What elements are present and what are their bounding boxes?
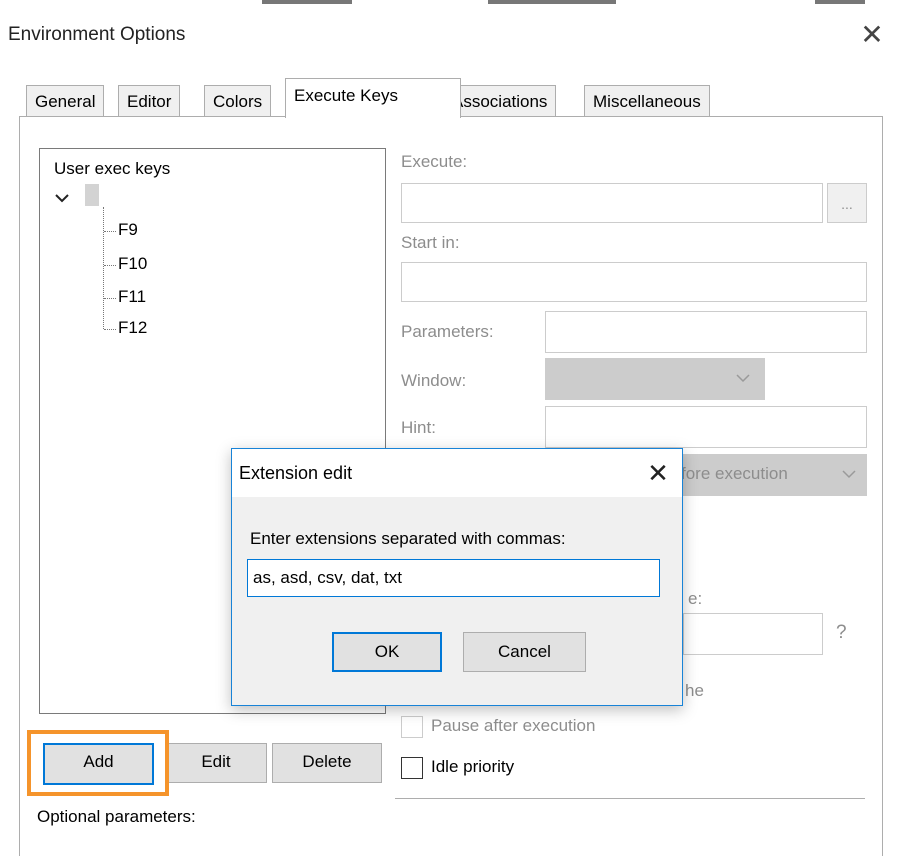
- optional-parameters-label: Optional parameters:: [37, 807, 196, 826]
- extensions-input[interactable]: [247, 559, 660, 597]
- idle-priority-checkbox[interactable]: [401, 757, 423, 779]
- tab-colors[interactable]: Colors: [204, 85, 272, 117]
- tab-execute-keys[interactable]: Execute Keys: [285, 78, 461, 118]
- start-in-label: Start in:: [401, 233, 460, 252]
- extension-edit-dialog: Extension edit ✕ Enter extensions separa…: [231, 448, 683, 706]
- parameters-label: Parameters:: [401, 322, 494, 341]
- add-button-highlight: [27, 730, 169, 796]
- window-select[interactable]: [545, 358, 765, 400]
- hint-label: Hint:: [401, 418, 436, 437]
- window-label: Window:: [401, 371, 467, 390]
- separator: [395, 798, 865, 799]
- dialog-prompt: Enter extensions separated with commas:: [250, 529, 566, 548]
- delete-button[interactable]: Delete: [272, 743, 382, 783]
- pause-checkbox[interactable]: [401, 716, 423, 738]
- start-in-input[interactable]: [401, 262, 867, 302]
- tree-item-f12[interactable]: F12: [118, 318, 147, 338]
- tab-miscellaneous[interactable]: Miscellaneous: [584, 85, 710, 117]
- browse-button[interactable]: ...: [827, 183, 867, 223]
- tree-root-node[interactable]: [85, 184, 99, 206]
- edit-button[interactable]: Edit: [165, 743, 267, 783]
- chevron-down-icon[interactable]: [55, 193, 69, 203]
- tree-header: User exec keys: [54, 159, 171, 178]
- execute-input[interactable]: [401, 183, 823, 223]
- dialog-title: Extension edit: [239, 463, 353, 483]
- tree-item-f10[interactable]: F10: [118, 254, 147, 274]
- execute-label: Execute:: [401, 152, 468, 171]
- dialog-close-icon[interactable]: ✕: [642, 457, 674, 489]
- chevron-down-icon: [842, 470, 856, 479]
- tree-item-f11[interactable]: F11: [118, 287, 146, 307]
- tab-general[interactable]: General: [26, 85, 105, 117]
- run-mode-text: fore execution: [681, 464, 788, 483]
- dialog-titlebar: Extension edit ✕: [232, 449, 682, 497]
- tab-editor[interactable]: Editor: [118, 85, 181, 117]
- help-icon[interactable]: ?: [836, 622, 847, 644]
- tree-item-f9[interactable]: F9: [118, 220, 138, 240]
- top-edge-strip: [0, 0, 897, 12]
- ok-button[interactable]: OK: [332, 632, 442, 672]
- parameters-input[interactable]: [545, 311, 867, 353]
- window-title: Environment Options: [8, 24, 186, 45]
- behind-dialog-label-2: e:: [688, 589, 703, 608]
- idle-priority-label: Idle priority: [431, 757, 515, 776]
- pause-label: Pause after execution: [431, 716, 596, 735]
- behind-dialog-input[interactable]: [683, 613, 823, 655]
- hint-input[interactable]: [545, 406, 867, 448]
- behind-dialog-label-3: he: [685, 681, 704, 700]
- window-close-icon[interactable]: ✕: [855, 18, 889, 52]
- cancel-button[interactable]: Cancel: [463, 632, 586, 672]
- chevron-down-icon: [736, 374, 750, 383]
